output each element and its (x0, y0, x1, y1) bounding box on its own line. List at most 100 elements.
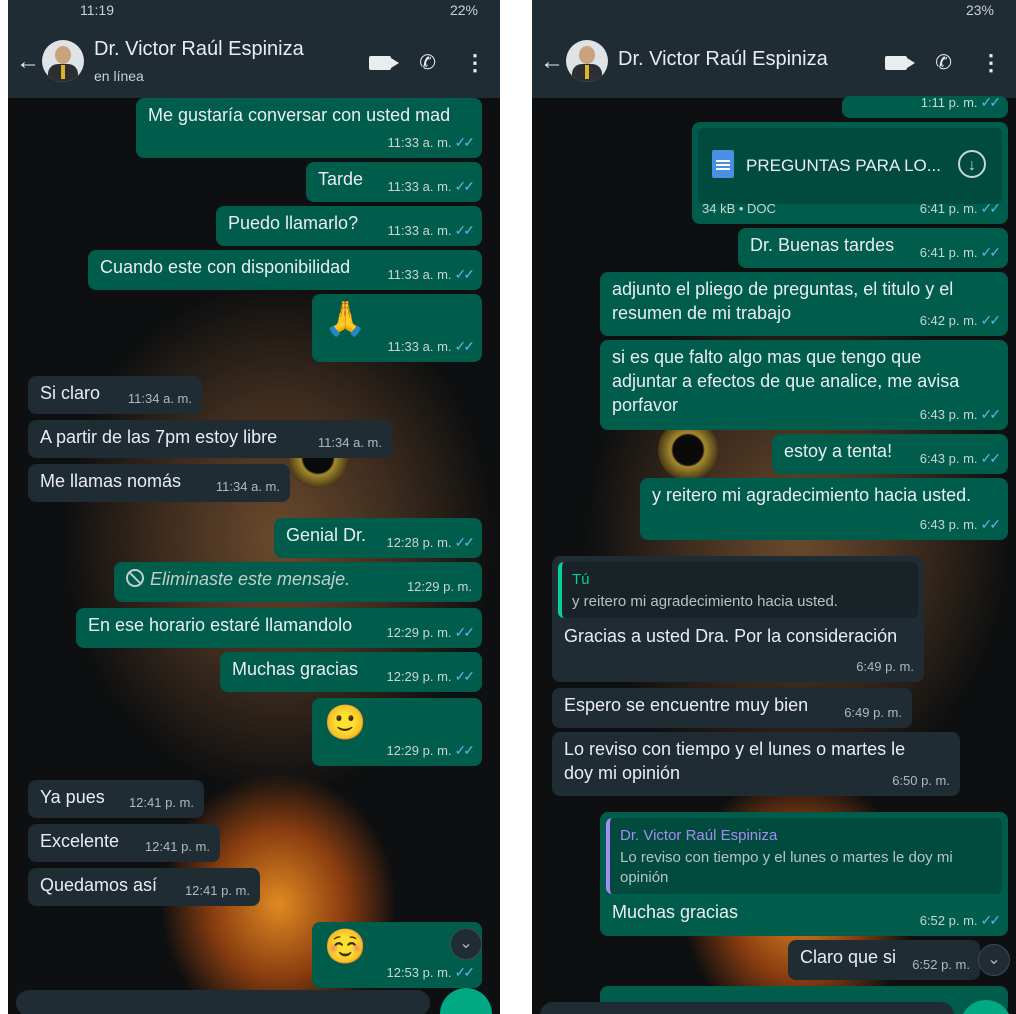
message-text: Tarde (318, 169, 364, 189)
message-time: 11:33 a. m. (387, 179, 452, 194)
message-out[interactable]: estoy a tenta! 6:43 p. m. ✓✓ (772, 434, 1008, 474)
read-ticks-icon: ✓✓ (454, 668, 476, 684)
read-ticks-icon: ✓✓ (980, 406, 1002, 422)
message-out[interactable]: 1:11 p. m. ✓✓ (842, 94, 1008, 118)
message-time: 12:29 p. m. (406, 579, 472, 594)
message-text: Genial Dr. (286, 525, 367, 545)
contact-name[interactable]: Dr. Victor Raúl Espiniza (94, 38, 304, 61)
chat-header: ← Dr. Victor Raúl Espiniza ✆ ⋮ (532, 22, 1016, 98)
message-out[interactable]: Puedo llamarlo? 11:33 a. m. ✓✓ (216, 206, 482, 246)
message-in[interactable]: Si claro 11:34 a. m. (28, 376, 202, 414)
read-ticks-icon: ✓✓ (980, 200, 1002, 216)
message-in[interactable]: Me llamas nomás 11:34 a. m. (28, 464, 290, 502)
message-in[interactable]: Excelente 12:41 p. m. (28, 824, 220, 862)
message-out[interactable]: 🙂 12:29 p. m. ✓✓ (312, 698, 482, 766)
scroll-down-icon[interactable]: ⌄ (978, 944, 1010, 976)
read-ticks-icon: ✓✓ (454, 964, 476, 980)
phone-call-icon[interactable]: ✆ (935, 50, 952, 75)
document-icon (712, 150, 734, 178)
message-text: Espero se encuentre muy bien (564, 695, 809, 715)
message-out[interactable]: Genial Dr. 12:28 p. m. ✓✓ (274, 518, 482, 558)
document-name: PREGUNTAS PARA LO... (746, 156, 941, 175)
battery-level: 23% (965, 2, 994, 18)
message-time: 12:41 p. m. (144, 839, 210, 854)
video-call-icon[interactable] (369, 55, 400, 70)
read-ticks-icon: ✓✓ (980, 450, 1002, 466)
battery-level: 22% (449, 2, 478, 18)
message-text: Quedamos así (40, 875, 158, 895)
message-text: Muchas gracias (232, 659, 359, 679)
message-out[interactable]: En ese horario estaré llamandolo 12:29 p… (76, 608, 482, 648)
avatar[interactable] (42, 40, 84, 82)
message-time: 11:33 a. m. (387, 223, 452, 238)
message-time: 11:34 a. m. (317, 435, 382, 450)
read-ticks-icon: ✓✓ (980, 244, 1002, 260)
video-call-icon[interactable] (885, 55, 916, 70)
message-time: 12:41 p. m. (128, 795, 194, 810)
message-time: 11:34 a. m. (127, 391, 192, 406)
more-options-icon[interactable]: ⋮ (980, 51, 1002, 74)
scroll-down-icon[interactable]: ⌄ (450, 928, 482, 960)
read-ticks-icon: ✓✓ (454, 534, 476, 550)
reply-message-in[interactable]: Tú y reitero mi agradecimiento hacia ust… (552, 556, 924, 682)
message-out[interactable]: Muchas gracias 12:29 p. m. ✓✓ (220, 652, 482, 692)
message-time: 6:41 p. m. (919, 245, 978, 260)
read-ticks-icon: ✓✓ (454, 338, 476, 354)
message-time: 6:52 p. m. (912, 957, 970, 972)
chat-screen-left: 11:19 22% ← Dr. Victor Raúl Espiniza en … (8, 0, 500, 1014)
message-time: 12:29 p. m. (386, 669, 452, 684)
message-out[interactable]: adjunto el pliego de preguntas, el titul… (600, 272, 1008, 336)
message-text: estoy a tenta! (784, 441, 893, 461)
quoted-message[interactable]: Tú y reitero mi agradecimiento hacia ust… (558, 562, 918, 618)
contact-status: en línea (94, 68, 144, 84)
read-ticks-icon: ✓✓ (980, 912, 1002, 928)
message-text: Puedo llamarlo? (228, 213, 359, 233)
message-emoji: 🙏 (324, 300, 367, 338)
message-time: 6:43 p. m. (919, 407, 978, 422)
message-in[interactable]: Ya pues 12:41 p. m. (28, 780, 204, 818)
document-message[interactable]: PREGUNTAS PARA LO... ↓ 34 kB • DOC 6:41 … (692, 122, 1008, 224)
more-options-icon[interactable]: ⋮ (464, 51, 486, 74)
message-time: 11:34 a. m. (215, 479, 280, 494)
message-out[interactable]: Me gustaría conversar con usted mad 11:3… (136, 98, 482, 158)
message-time: 11:33 a. m. (387, 135, 452, 150)
read-ticks-icon: ✓✓ (454, 134, 476, 150)
message-in[interactable]: Lo reviso con tiempo y el lunes o martes… (552, 732, 960, 796)
message-time: 6:49 p. m. (856, 659, 914, 674)
back-arrow-icon[interactable]: ← (540, 48, 564, 76)
message-out[interactable]: si es que falto algo mas que tengo que a… (600, 340, 1008, 430)
message-emoji: ☺️ (324, 928, 367, 966)
message-time: 12:28 p. m. (386, 535, 452, 550)
message-time: 6:50 p. m. (892, 773, 950, 788)
message-text: adjunto el pliego de preguntas, el titul… (612, 279, 954, 323)
message-input[interactable] (540, 1002, 954, 1014)
message-out[interactable]: Dr. Buenas tardes 6:41 p. m. ✓✓ (738, 228, 1008, 268)
message-out[interactable]: Tarde 11:33 a. m. ✓✓ (306, 162, 482, 202)
message-in[interactable]: Claro que si 6:52 p. m. (788, 940, 980, 980)
reply-message-out[interactable]: Dr. Victor Raúl Espiniza Lo reviso con t… (600, 812, 1008, 936)
message-deleted[interactable]: Eliminaste este mensaje. 12:29 p. m. (114, 562, 482, 602)
message-time: 11:33 a. m. (387, 267, 452, 282)
avatar[interactable] (566, 40, 608, 82)
message-text: si es que falto algo mas que tengo que a… (612, 347, 960, 415)
message-out[interactable]: y reitero mi agradecimiento hacia usted.… (640, 478, 1008, 540)
phone-call-icon[interactable]: ✆ (419, 50, 436, 75)
document-attachment[interactable]: PREGUNTAS PARA LO... ↓ (698, 128, 1002, 204)
contact-name[interactable]: Dr. Victor Raúl Espiniza (618, 48, 828, 71)
message-out[interactable]: 🙏 11:33 a. m. ✓✓ (312, 294, 482, 362)
message-input[interactable] (16, 990, 430, 1014)
message-out[interactable]: Cuando este con disponibilidad 11:33 a. … (88, 250, 482, 290)
read-ticks-icon: ✓✓ (454, 624, 476, 640)
message-time: 1:11 p. m. (920, 95, 978, 110)
message-in[interactable]: A partir de las 7pm estoy libre 11:34 a.… (28, 420, 392, 458)
quoted-message[interactable]: Dr. Victor Raúl Espiniza Lo reviso con t… (606, 818, 1002, 894)
message-in[interactable]: Espero se encuentre muy bien 6:49 p. m. (552, 688, 912, 728)
message-time: 6:43 p. m. (919, 451, 978, 466)
message-in[interactable]: Quedamos así 12:41 p. m. (28, 868, 260, 906)
message-text: Cuando este con disponibilidad (100, 257, 351, 277)
message-time: 12:29 p. m. (386, 743, 452, 758)
read-ticks-icon: ✓✓ (454, 178, 476, 194)
download-icon[interactable]: ↓ (958, 150, 986, 178)
message-time: 12:29 p. m. (386, 625, 452, 640)
back-arrow-icon[interactable]: ← (16, 48, 40, 76)
